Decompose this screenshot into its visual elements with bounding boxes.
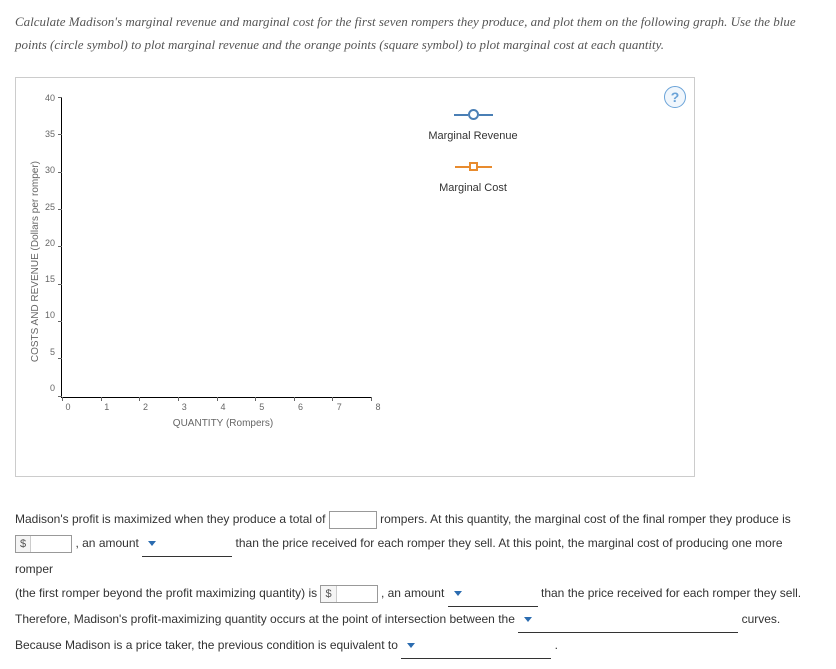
x-tick: 4 bbox=[218, 402, 228, 412]
mc-final-field[interactable] bbox=[31, 536, 71, 552]
y-tick: 5 bbox=[45, 347, 55, 357]
x-tick: 5 bbox=[257, 402, 267, 412]
quantity-input[interactable] bbox=[329, 511, 377, 529]
y-tick: 30 bbox=[45, 165, 55, 175]
dollar-sign-icon: $ bbox=[16, 536, 31, 552]
x-tick: 3 bbox=[179, 402, 189, 412]
legend-label: Marginal Cost bbox=[413, 182, 533, 194]
text-fragment: Because Madison is a price taker, the pr… bbox=[15, 638, 401, 652]
text-fragment: Therefore, Madison's profit-maximizing q… bbox=[15, 612, 518, 626]
y-tick: 40 bbox=[45, 93, 55, 103]
text-fragment: Madison's profit is maximized when they … bbox=[15, 512, 329, 526]
x-tick: 2 bbox=[141, 402, 151, 412]
y-tick: 35 bbox=[45, 129, 55, 139]
condition-dropdown[interactable] bbox=[401, 635, 551, 659]
plot-area[interactable] bbox=[61, 98, 371, 398]
text-fragment: curves. bbox=[742, 612, 781, 626]
x-axis-label: QUANTITY (Rompers) bbox=[68, 418, 378, 429]
y-tick: 10 bbox=[45, 310, 55, 320]
y-axis-label: COSTS AND REVENUE (Dollars per romper) bbox=[26, 161, 45, 362]
x-tick: 7 bbox=[334, 402, 344, 412]
x-tick: 1 bbox=[102, 402, 112, 412]
chart-container: ? COSTS AND REVENUE (Dollars per romper)… bbox=[15, 77, 695, 477]
text-fragment: , an amount bbox=[75, 536, 142, 550]
mc-next-input[interactable]: $ bbox=[320, 585, 377, 603]
legend: Marginal Revenue Marginal Cost bbox=[383, 98, 533, 466]
y-axis-ticks: 0 5 10 15 20 25 30 35 40 bbox=[45, 93, 61, 393]
square-icon bbox=[413, 160, 533, 174]
y-tick: 0 bbox=[45, 383, 55, 393]
x-tick: 0 bbox=[63, 402, 73, 412]
y-tick: 25 bbox=[45, 202, 55, 212]
y-tick: 15 bbox=[45, 274, 55, 284]
legend-label: Marginal Revenue bbox=[413, 130, 533, 142]
x-tick: 6 bbox=[296, 402, 306, 412]
mc-next-field[interactable] bbox=[337, 586, 377, 602]
x-axis-ticks: 0 1 2 3 4 5 6 7 8 bbox=[63, 398, 383, 412]
x-tick: 8 bbox=[373, 402, 383, 412]
dollar-sign-icon: $ bbox=[321, 586, 336, 602]
legend-marginal-cost[interactable]: Marginal Cost bbox=[413, 160, 533, 194]
comparison-dropdown-1[interactable] bbox=[142, 533, 232, 557]
question-block: Madison's profit is maximized when they … bbox=[15, 507, 821, 659]
circle-icon bbox=[413, 108, 533, 122]
y-tick: 20 bbox=[45, 238, 55, 248]
help-icon[interactable]: ? bbox=[664, 86, 686, 108]
comparison-dropdown-2[interactable] bbox=[448, 583, 538, 607]
instructions-text: Calculate Madison's marginal revenue and… bbox=[15, 10, 821, 57]
text-fragment: rompers. At this quantity, the marginal … bbox=[380, 512, 791, 526]
text-fragment: . bbox=[555, 638, 558, 652]
mc-final-input[interactable]: $ bbox=[15, 535, 72, 553]
curves-dropdown[interactable] bbox=[518, 609, 738, 633]
legend-marginal-revenue[interactable]: Marginal Revenue bbox=[413, 108, 533, 142]
